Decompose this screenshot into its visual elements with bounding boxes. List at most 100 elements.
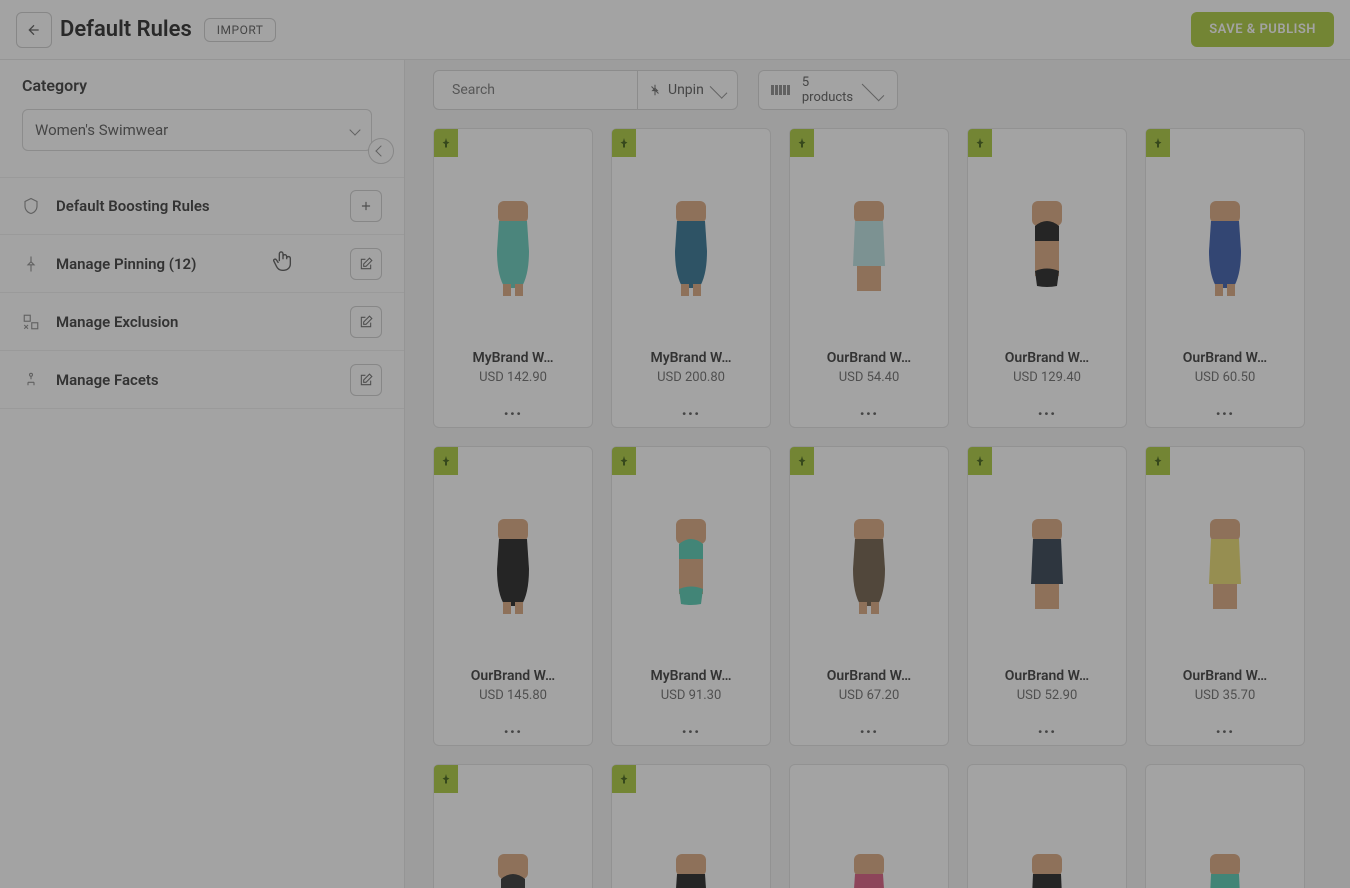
pinned-badge	[1146, 447, 1170, 475]
product-price: USD 35.70	[1156, 688, 1294, 703]
sidebar-item-pinning[interactable]: Manage Pinning (12)	[0, 235, 404, 293]
product-image	[612, 447, 770, 660]
product-more-button[interactable]: ...	[1156, 723, 1294, 733]
edit-pinning-button[interactable]	[350, 248, 382, 280]
search-input[interactable]	[452, 82, 630, 98]
product-card[interactable]: OurBrand W… USD 145.80 ...	[433, 446, 593, 746]
product-more-button[interactable]: ...	[978, 723, 1116, 733]
category-select[interactable]: Women's Swimwear	[22, 109, 372, 151]
product-info: MyBrand W… USD 142.90 ...	[434, 342, 592, 427]
product-grid: MyBrand W… USD 142.90 ... MyBrand W… USD…	[433, 128, 1330, 888]
unpin-select[interactable]: Unpin	[638, 70, 738, 110]
pin-icon	[1152, 136, 1164, 150]
product-card[interactable]: ...	[1145, 764, 1305, 888]
product-card[interactable]: MyBrand W… USD 142.90 ...	[433, 128, 593, 428]
density-select[interactable]: 5 products	[758, 70, 898, 110]
product-more-button[interactable]: ...	[444, 405, 582, 415]
product-more-button[interactable]: ...	[622, 723, 760, 733]
product-card[interactable]: OurBrand W… USD 67.20 ...	[789, 446, 949, 746]
pinned-badge	[612, 129, 636, 157]
product-image	[968, 447, 1126, 660]
product-info: OurBrand W… USD 145.80 ...	[434, 660, 592, 745]
pin-icon	[974, 454, 986, 468]
product-name: OurBrand W…	[800, 668, 938, 684]
product-card[interactable]: OurBrand W… USD 129.40 ...	[967, 128, 1127, 428]
unpin-icon	[648, 83, 662, 97]
edit-icon	[359, 257, 373, 271]
pinned-badge	[1146, 129, 1170, 157]
product-card[interactable]: MyBrand W… USD 200.80 ...	[611, 128, 771, 428]
product-price: USD 145.80	[444, 688, 582, 703]
pinned-badge	[434, 447, 458, 475]
product-info: OurBrand W… USD 52.90 ...	[968, 660, 1126, 745]
product-image	[790, 765, 948, 888]
product-card[interactable]: OurBrand W… USD 35.70 ...	[1145, 446, 1305, 746]
edit-exclusion-button[interactable]	[350, 306, 382, 338]
product-info: OurBrand W… USD 129.40 ...	[968, 342, 1126, 427]
edit-icon	[359, 315, 373, 329]
save-publish-button[interactable]: SAVE & PUBLISH	[1191, 12, 1334, 47]
product-more-button[interactable]: ...	[622, 405, 760, 415]
product-card[interactable]: OurBrand W… USD 54.40 ...	[789, 128, 949, 428]
product-info: MyBrand W… USD 200.80 ...	[612, 342, 770, 427]
product-card[interactable]: ...	[611, 764, 771, 888]
product-card[interactable]: OurBrand W… USD 60.50 ...	[1145, 128, 1305, 428]
chevron-down-icon	[349, 124, 360, 135]
pin-icon	[618, 772, 630, 786]
product-image	[612, 129, 770, 342]
product-name: OurBrand W…	[444, 668, 582, 684]
product-name: OurBrand W…	[1156, 350, 1294, 366]
product-card[interactable]: OurBrand W… USD 52.90 ...	[967, 446, 1127, 746]
product-price: USD 142.90	[444, 370, 582, 385]
sidebar-item-boosting[interactable]: Default Boosting Rules	[0, 177, 404, 235]
facets-icon	[22, 371, 40, 389]
unpin-label: Unpin	[668, 82, 704, 98]
product-price: USD 54.40	[800, 370, 938, 385]
import-button[interactable]: IMPORT	[204, 18, 277, 42]
pin-icon	[440, 772, 452, 786]
grid-density-icon	[771, 85, 794, 95]
product-name: OurBrand W…	[978, 350, 1116, 366]
product-more-button[interactable]: ...	[800, 723, 938, 733]
sidebar-item-facets[interactable]: Manage Facets	[0, 351, 404, 409]
product-more-button[interactable]: ...	[800, 405, 938, 415]
page-title: Default Rules	[60, 17, 192, 42]
product-image	[790, 447, 948, 660]
product-card[interactable]: MyBrand W… USD 91.30 ...	[611, 446, 771, 746]
product-image	[1146, 447, 1304, 660]
main-content: Unpin 5 products MyBrand W… USD 142.90 .…	[405, 60, 1350, 888]
product-card[interactable]: ...	[967, 764, 1127, 888]
edit-icon	[359, 373, 373, 387]
header: Default Rules IMPORT SAVE & PUBLISH	[0, 0, 1350, 60]
product-price: USD 60.50	[1156, 370, 1294, 385]
pin-icon	[796, 136, 808, 150]
product-more-button[interactable]: ...	[1156, 405, 1294, 415]
collapse-sidebar-button[interactable]	[368, 138, 394, 164]
pinned-badge	[968, 129, 992, 157]
chevron-left-icon	[375, 145, 386, 156]
plus-icon	[359, 199, 373, 213]
product-price: USD 52.90	[978, 688, 1116, 703]
product-image	[968, 765, 1126, 888]
product-name: OurBrand W…	[800, 350, 938, 366]
pinned-badge	[434, 129, 458, 157]
pinned-badge	[612, 765, 636, 793]
product-image	[1146, 765, 1304, 888]
add-boosting-button[interactable]	[350, 190, 382, 222]
product-image	[434, 129, 592, 342]
back-button[interactable]	[16, 12, 52, 48]
sidebar-item-exclusion[interactable]: Manage Exclusion	[0, 293, 404, 351]
pinned-badge	[790, 129, 814, 157]
pinned-badge	[790, 447, 814, 475]
product-card[interactable]: ...	[789, 764, 949, 888]
shield-icon	[22, 197, 40, 215]
product-card[interactable]: ...	[433, 764, 593, 888]
product-name: MyBrand W…	[444, 350, 582, 366]
product-name: OurBrand W…	[1156, 668, 1294, 684]
product-more-button[interactable]: ...	[978, 405, 1116, 415]
pin-icon	[1152, 454, 1164, 468]
pin-icon	[618, 136, 630, 150]
edit-facets-button[interactable]	[350, 364, 382, 396]
product-more-button[interactable]: ...	[444, 723, 582, 733]
product-image	[790, 129, 948, 342]
